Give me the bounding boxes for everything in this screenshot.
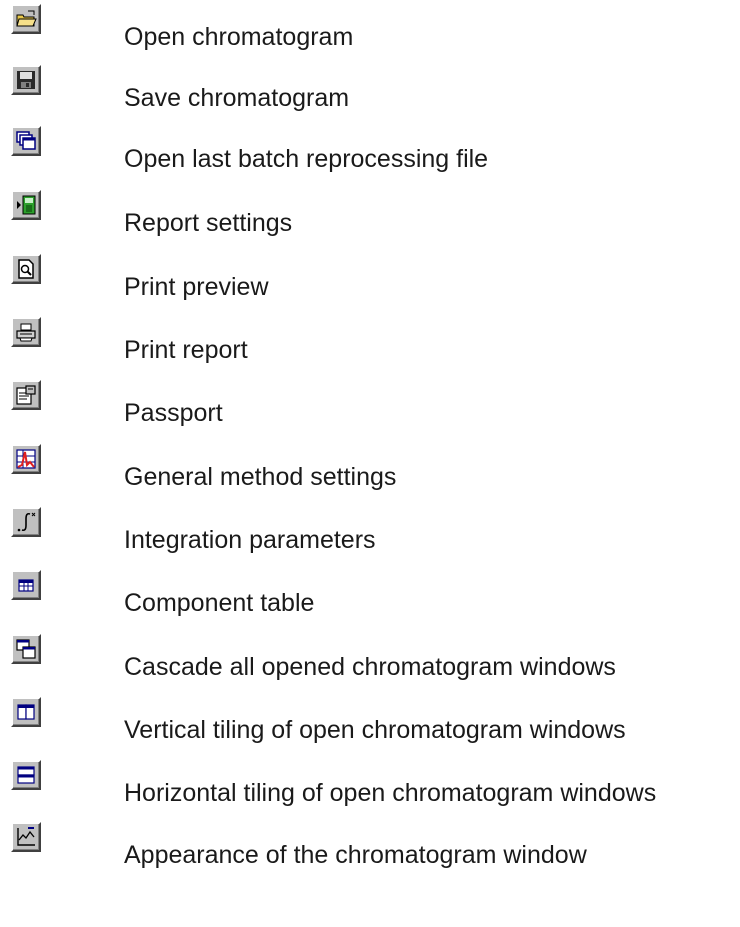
passport-icon xyxy=(16,385,36,405)
legend-label: Print report xyxy=(124,336,248,364)
method-settings-icon xyxy=(16,449,36,469)
print-preview-button[interactable] xyxy=(11,254,41,284)
legend-row-horizontal-tiling: Horizontal tiling of open chromatogram w… xyxy=(0,760,740,820)
legend-label: Passport xyxy=(124,399,223,427)
legend-label: Report settings xyxy=(124,209,293,237)
legend-label: Cascade all opened chromatogram windows xyxy=(124,653,616,681)
legend-row-passport: Passport xyxy=(0,380,740,440)
report-settings-icon xyxy=(17,195,36,215)
tile-vertical-icon xyxy=(17,704,35,720)
legend-label: Open last batch reprocessing file xyxy=(124,145,489,173)
legend-label: Vertical tiling of open chromatogram win… xyxy=(124,716,626,744)
vertical-tiling-button[interactable] xyxy=(11,697,41,727)
legend-row-report-settings: Report settings xyxy=(0,190,740,250)
cascade-windows-button[interactable] xyxy=(11,634,41,664)
legend-label: Horizontal tiling of open chromatogram w… xyxy=(124,779,657,807)
passport-button[interactable] xyxy=(11,380,41,410)
legend-row-save-chromatogram: Save chromatogram xyxy=(0,65,740,125)
legend-row-chromatogram-appearance: Appearance of the chromatogram window xyxy=(0,822,740,882)
legend-label: Open chromatogram xyxy=(124,23,354,51)
legend-row-print-preview: Print preview xyxy=(0,254,740,314)
general-method-settings-button[interactable] xyxy=(11,444,41,474)
integral-icon xyxy=(17,512,36,532)
legend-row-general-method-settings: General method settings xyxy=(0,444,740,504)
printer-icon xyxy=(16,323,36,342)
print-preview-icon xyxy=(18,259,34,279)
legend-label: Component table xyxy=(124,589,315,617)
legend-row-integration-parameters: Integration parameters xyxy=(0,507,740,567)
legend-row-cascade-windows: Cascade all opened chromatogram windows xyxy=(0,634,740,694)
legend-row-open-chromatogram: Open chromatogram xyxy=(0,4,740,64)
save-chromatogram-button[interactable] xyxy=(11,65,41,95)
legend-label: Appearance of the chromatogram window xyxy=(124,841,587,869)
horizontal-tiling-button[interactable] xyxy=(11,760,41,790)
open-batch-file-button[interactable] xyxy=(11,126,41,156)
legend-row-open-batch-file: Open last batch reprocessing file xyxy=(0,126,740,186)
component-table-button[interactable] xyxy=(11,570,41,600)
open-folder-icon xyxy=(16,10,37,27)
report-settings-button[interactable] xyxy=(11,190,41,220)
table-icon xyxy=(18,579,34,592)
print-report-button[interactable] xyxy=(11,317,41,347)
tile-horizontal-icon xyxy=(17,766,35,784)
chromatogram-appearance-button[interactable] xyxy=(11,822,41,852)
legend-label: Integration parameters xyxy=(124,526,376,554)
cascade-windows-icon xyxy=(16,639,36,659)
legend-row-component-table: Component table xyxy=(0,570,740,630)
legend-row-vertical-tiling: Vertical tiling of open chromatogram win… xyxy=(0,697,740,757)
legend-row-print-report: Print report xyxy=(0,317,740,377)
chart-appearance-icon xyxy=(17,827,35,846)
open-chromatogram-button[interactable] xyxy=(11,4,41,34)
batch-files-icon xyxy=(16,131,36,150)
legend-label: Save chromatogram xyxy=(124,84,350,112)
legend-label: Print preview xyxy=(124,273,269,301)
legend-label: General method settings xyxy=(124,463,397,491)
integration-parameters-button[interactable] xyxy=(11,507,41,537)
floppy-disk-icon xyxy=(17,71,35,89)
